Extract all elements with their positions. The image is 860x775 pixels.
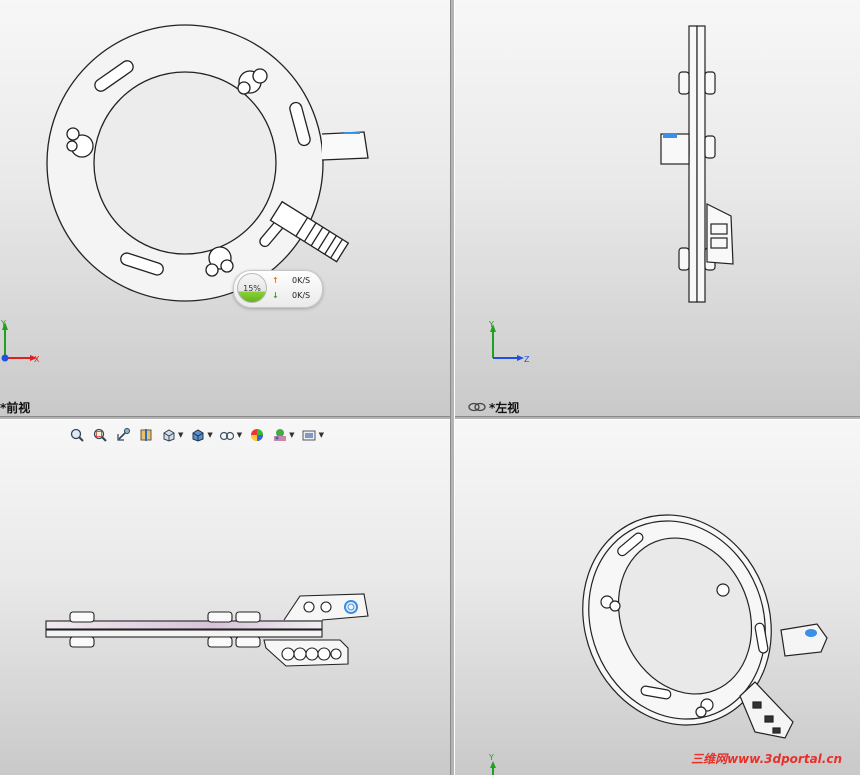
download-arrow-icon: ↓ xyxy=(272,291,279,300)
link-views-icon[interactable] xyxy=(468,401,486,413)
coordinate-triad xyxy=(1,322,37,362)
triad-y-label: Y xyxy=(0,319,6,328)
download-rate: 0K/S xyxy=(292,291,311,300)
viewport-isometric[interactable]: Y 三维网www.3dportal.cn xyxy=(455,420,860,775)
isometric-view-model[interactable]: Y xyxy=(455,420,860,775)
upload-rate: 0K/S xyxy=(292,276,311,285)
watermark-text: 三维网www.3dportal.cn xyxy=(691,752,842,766)
viewport-splitter-horizontal[interactable] xyxy=(0,416,860,420)
left-view-model[interactable]: Y Z xyxy=(455,0,860,416)
coordinate-triad xyxy=(490,761,496,775)
upload-arrow-icon: ↑ xyxy=(272,276,279,285)
upload-row: ↑ 0K/S xyxy=(272,276,318,285)
download-row: ↓ 0K/S xyxy=(272,291,318,300)
triad-x-label: X xyxy=(34,355,40,364)
viewport-left[interactable]: Y Z *左视 xyxy=(455,0,860,416)
left-view-label: *左视 xyxy=(489,401,520,415)
top-view-model[interactable] xyxy=(0,420,450,775)
triad-y-label: Y xyxy=(488,753,494,762)
coordinate-triad xyxy=(490,324,524,361)
viewport-splitter-vertical[interactable] xyxy=(450,0,455,775)
network-speed-widget[interactable]: 15% ↑ 0K/S ↓ 0K/S xyxy=(233,270,323,308)
triad-y-label: Y xyxy=(488,320,494,329)
viewport-front[interactable]: Y X 15% ↑ 0K/S ↓ 0K/S *前视 xyxy=(0,0,450,416)
front-view-label: *前视 xyxy=(0,401,31,415)
network-percent: 15% xyxy=(237,273,267,303)
viewport-top[interactable]: ▼ ▼ ▼ ▼ ▼ xyxy=(0,420,450,775)
triad-z-label: Z xyxy=(524,355,530,364)
front-view-model[interactable]: Y X xyxy=(0,0,450,416)
